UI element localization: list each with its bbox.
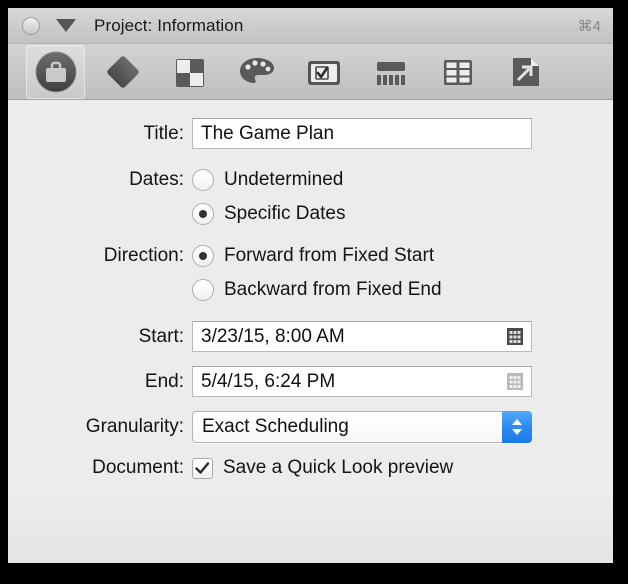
radio-undetermined-label: Undetermined (224, 169, 344, 190)
title-input-value: The Game Plan (201, 122, 335, 144)
disclosure-triangle-icon[interactable] (56, 19, 76, 32)
radio-specific-dates-label: Specific Dates (224, 203, 346, 224)
toolbar-item-project[interactable] (26, 44, 85, 99)
quick-look-checkbox-label: Save a Quick Look preview (223, 457, 454, 478)
toolbar-item-milestone[interactable] (93, 45, 152, 99)
radio-forward-label: Forward from Fixed Start (224, 245, 435, 266)
dates-row: Dates: Undetermined (8, 163, 613, 197)
briefcase-icon (34, 50, 78, 94)
dates-row-2: Specific Dates (8, 197, 613, 231)
direction-option-forward[interactable]: Forward from Fixed Start (192, 239, 434, 273)
granularity-select[interactable]: Exact Scheduling (192, 411, 532, 443)
inspector-toolbar (8, 44, 613, 100)
document-arrow-icon (503, 50, 547, 94)
end-date-value: 5/4/15, 6:24 PM (201, 370, 336, 392)
diamond-icon (101, 50, 145, 94)
granularity-label: Granularity: (85, 416, 184, 437)
dates-label: Dates: (129, 169, 184, 190)
direction-row: Direction: Forward from Fixed Start (8, 239, 613, 273)
direction-option-backward[interactable]: Backward from Fixed End (192, 273, 442, 307)
grid-table-icon (436, 50, 480, 94)
radio-forward-from-fixed-start[interactable] (192, 245, 214, 267)
end-date-input[interactable]: 5/4/15, 6:24 PM (192, 366, 532, 397)
start-date-value: 3/23/15, 8:00 AM (201, 325, 345, 347)
toolbar-item-schedule[interactable] (361, 45, 420, 99)
toolbar-item-style[interactable] (227, 45, 286, 99)
document-label: Document: (92, 457, 184, 478)
start-row: Start: 3/23/15, 8:00 AM (8, 321, 613, 352)
title-input[interactable]: The Game Plan (192, 118, 532, 149)
quick-look-checkbox[interactable] (192, 457, 213, 479)
radio-backward-from-fixed-end[interactable] (192, 279, 214, 301)
radio-specific-dates[interactable] (192, 203, 214, 225)
checkmark-icon (195, 461, 210, 474)
granularity-value: Exact Scheduling (202, 416, 349, 437)
inspector-window: Project: Information ⌘4 Title: The Game … (8, 8, 613, 563)
calendar-picker-icon-end[interactable] (507, 373, 523, 390)
toolbar-item-task[interactable] (160, 45, 219, 99)
quick-look-preview-option[interactable]: Save a Quick Look preview (192, 457, 453, 479)
radio-backward-label: Backward from Fixed End (224, 279, 442, 300)
calendar-picker-icon[interactable] (507, 328, 523, 345)
inspector-form: Title: The Game Plan Dates: Undetermined (8, 100, 613, 563)
checkerboard-icon (168, 50, 212, 94)
title-label: Title: (143, 122, 184, 144)
dates-option-undetermined[interactable]: Undetermined (192, 163, 343, 197)
palette-icon (235, 50, 279, 94)
toolbar-item-completion[interactable] (294, 45, 353, 99)
end-label: End: (144, 370, 184, 392)
popup-updown-arrows-icon[interactable] (502, 411, 532, 443)
title-row: Title: The Game Plan (8, 118, 613, 149)
start-label: Start: (138, 325, 184, 347)
checkbox-box-icon (302, 50, 346, 94)
end-row: End: 5/4/15, 6:24 PM (8, 366, 613, 397)
close-button[interactable] (22, 16, 40, 35)
direction-label: Direction: (103, 245, 184, 266)
start-date-input[interactable]: 3/23/15, 8:00 AM (192, 321, 532, 352)
radio-undetermined[interactable] (192, 169, 214, 191)
keyboard-shortcut-badge: ⌘4 (577, 17, 601, 35)
dates-option-specific[interactable]: Specific Dates (192, 197, 345, 231)
toolbar-item-document[interactable] (495, 45, 554, 99)
direction-row-2: Backward from Fixed End (8, 273, 613, 307)
calendar-bars-icon (369, 50, 413, 94)
window-title: Project: Information (94, 15, 244, 35)
document-row: Document: Save a Quick Look preview (8, 457, 613, 479)
granularity-row: Granularity: Exact Scheduling (8, 411, 613, 443)
titlebar: Project: Information ⌘4 (8, 8, 613, 44)
toolbar-item-table[interactable] (428, 45, 487, 99)
